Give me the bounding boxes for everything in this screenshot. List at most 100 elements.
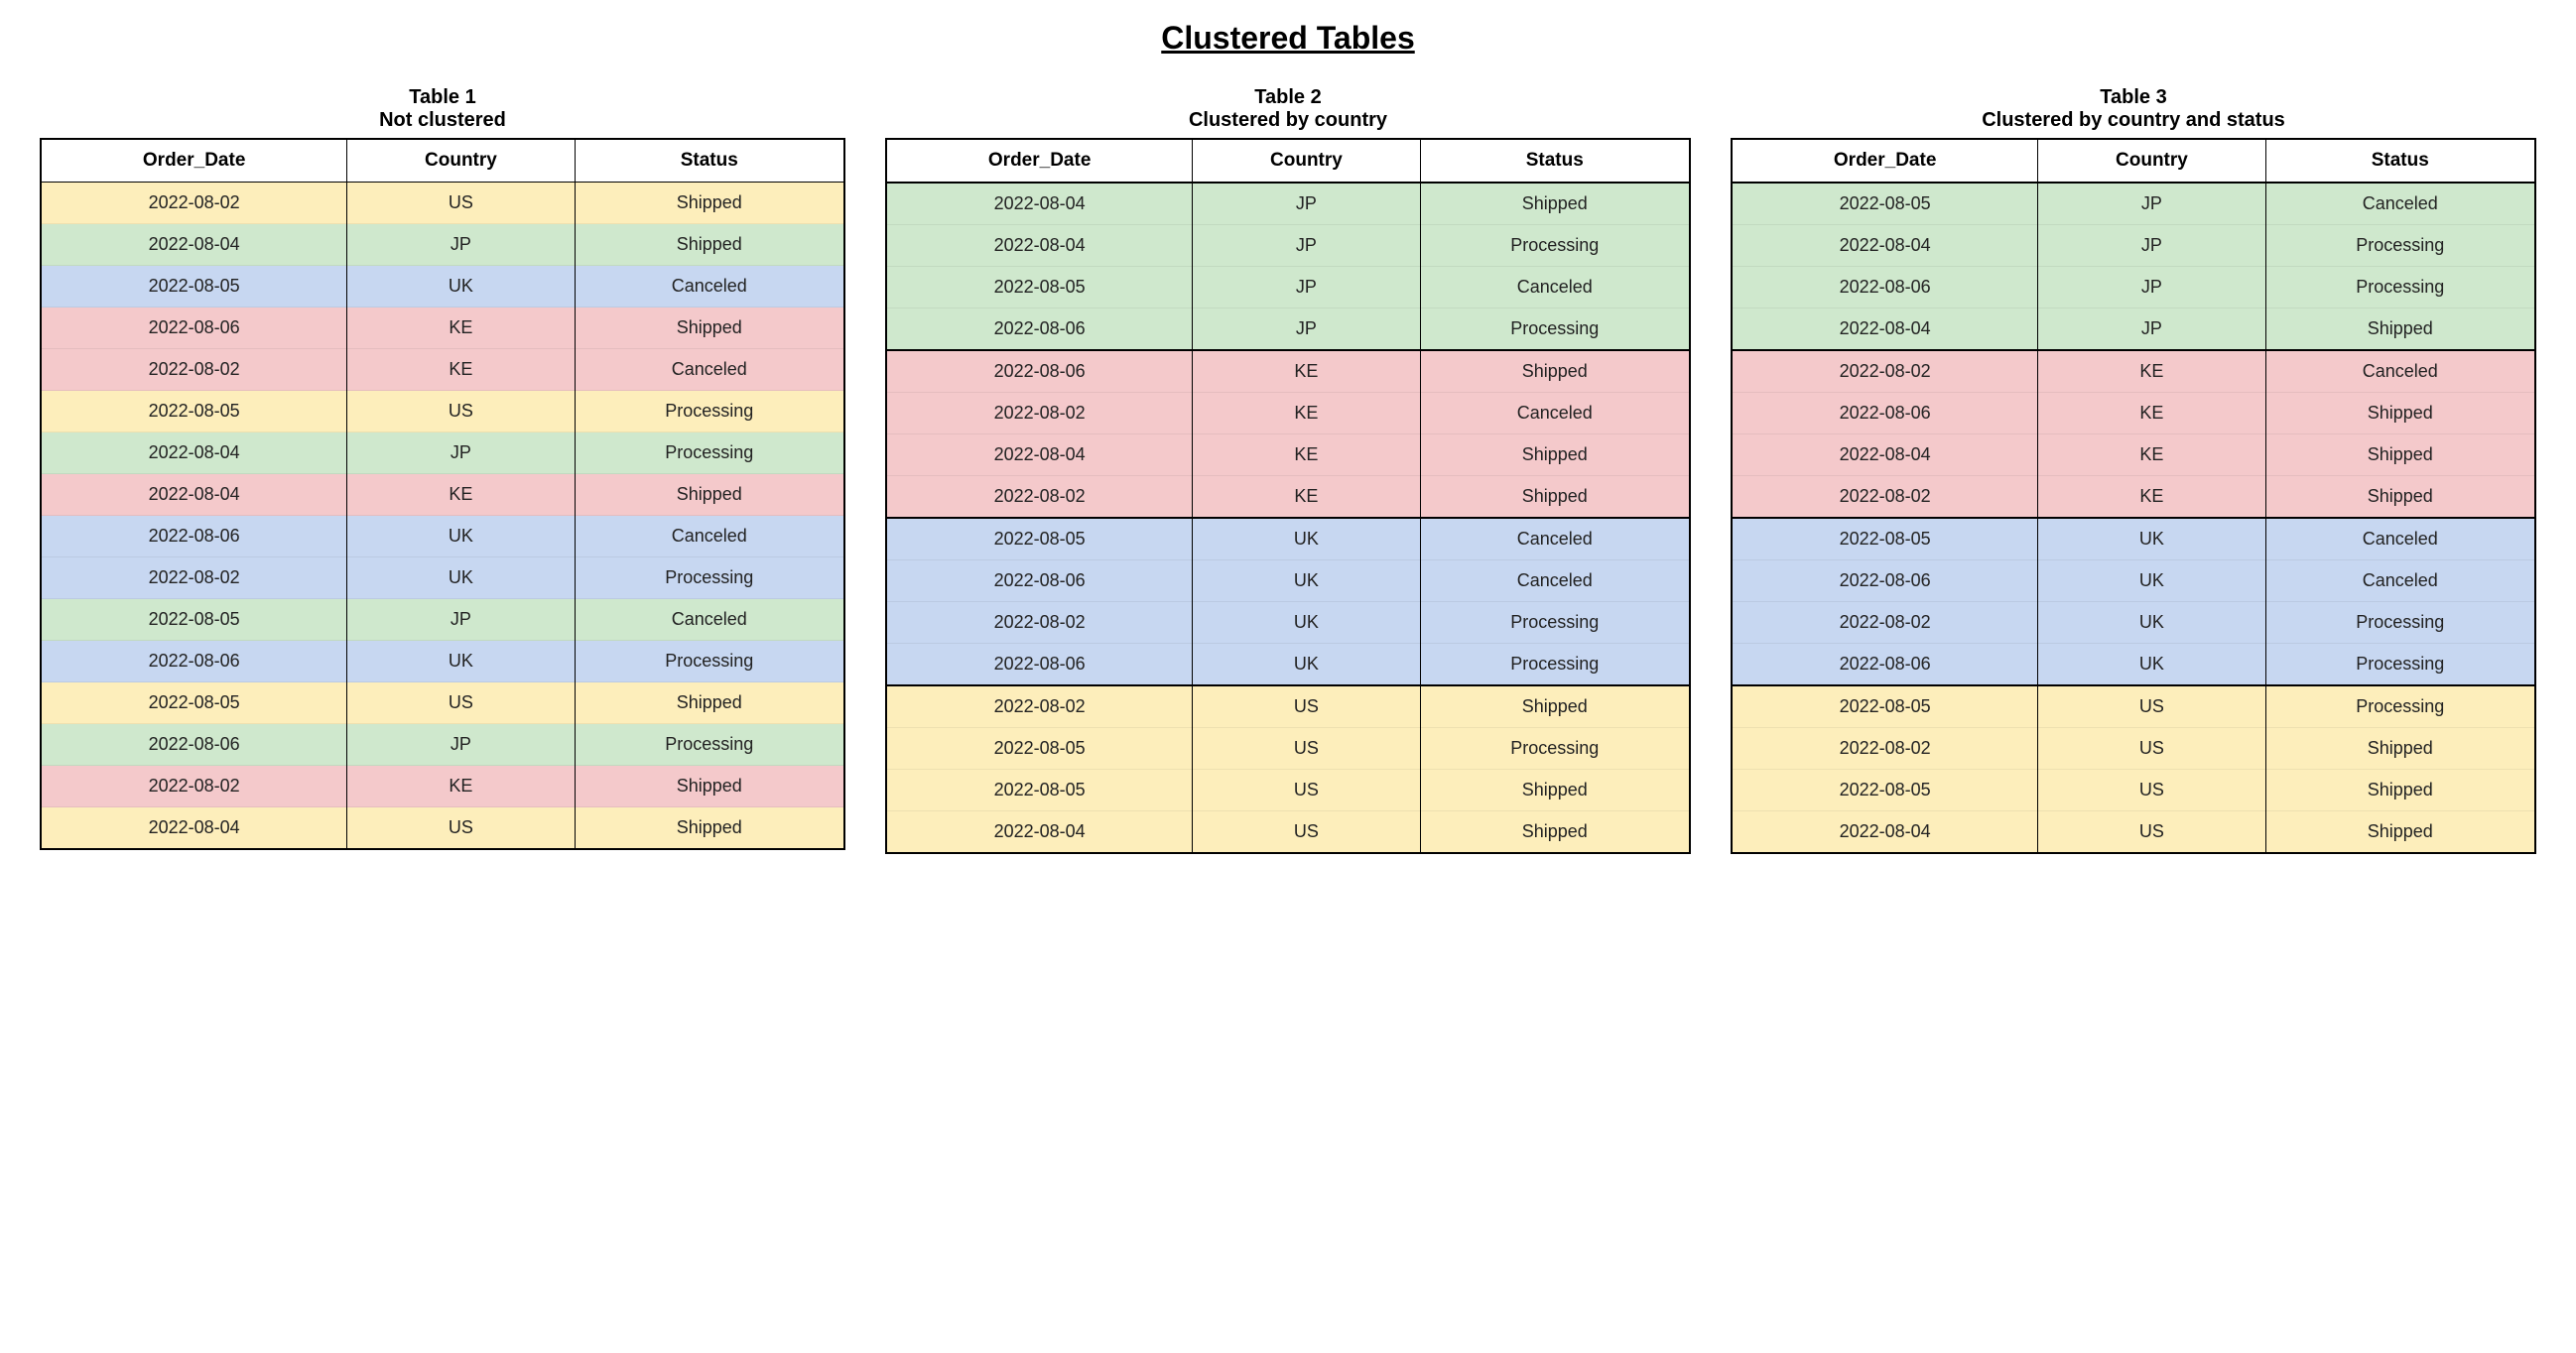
table-row: 2022-08-05UKCanceled [886,518,1690,560]
cell-country: KE [2038,434,2265,476]
cell-country: US [347,807,575,850]
cell-status: Processing [1420,225,1690,267]
cell-order-date: 2022-08-04 [1732,434,2038,476]
cell-status: Processing [2265,225,2535,267]
cell-status: Canceled [2265,183,2535,225]
cell-status: Canceled [2265,560,2535,602]
table-row: 2022-08-04JPProcessing [41,432,844,474]
table-2-name: Table 2 [885,86,1691,109]
col-order-date: Order_Date [1732,139,2038,183]
cell-status: Shipped [575,474,844,516]
cell-status: Shipped [1420,350,1690,393]
table-row: 2022-08-04KEShipped [1732,434,2535,476]
cell-country: JP [347,599,575,641]
cell-country: US [1193,728,1420,770]
table-row: 2022-08-04JPProcessing [886,225,1690,267]
cell-country: KE [1193,476,1420,519]
table-row: 2022-08-02USShipped [1732,728,2535,770]
cell-country: KE [347,349,575,391]
cell-order-date: 2022-08-02 [886,476,1193,519]
table-header-row: Order_Date Country Status [886,139,1690,183]
cell-country: UK [347,557,575,599]
cell-order-date: 2022-08-05 [886,770,1193,811]
cell-status: Processing [2265,685,2535,728]
cell-order-date: 2022-08-05 [41,682,347,724]
cell-country: JP [347,724,575,766]
table-row: 2022-08-04JPProcessing [1732,225,2535,267]
cell-order-date: 2022-08-04 [41,432,347,474]
table-row: 2022-08-06UKCanceled [1732,560,2535,602]
cell-country: KE [1193,393,1420,434]
table-row: 2022-08-04KEShipped [41,474,844,516]
table-1: Order_Date Country Status 2022-08-02USSh… [40,138,845,850]
cell-country: KE [1193,434,1420,476]
page-title: Clustered Tables [40,20,2536,57]
cell-order-date: 2022-08-06 [1732,267,2038,308]
cell-country: US [2038,685,2265,728]
cell-order-date: 2022-08-02 [1732,728,2038,770]
cell-order-date: 2022-08-05 [886,518,1193,560]
table-row: 2022-08-02KECanceled [41,349,844,391]
cell-status: Processing [2265,644,2535,686]
cell-status: Canceled [1420,560,1690,602]
cell-country: US [347,391,575,432]
table-row: 2022-08-05USShipped [886,770,1690,811]
table-3-subtitle: Clustered by country and status [1731,109,2536,132]
col-order-date: Order_Date [41,139,347,183]
table-row: 2022-08-05UKCanceled [1732,518,2535,560]
cell-order-date: 2022-08-04 [886,811,1193,854]
table-row: 2022-08-02UKProcessing [1732,602,2535,644]
cell-status: Processing [575,557,844,599]
cell-order-date: 2022-08-06 [886,350,1193,393]
cell-order-date: 2022-08-02 [886,602,1193,644]
table-row: 2022-08-05USShipped [41,682,844,724]
cell-order-date: 2022-08-02 [886,685,1193,728]
cell-country: UK [2038,560,2265,602]
cell-order-date: 2022-08-02 [1732,350,2038,393]
table-1-body: 2022-08-02USShipped2022-08-04JPShipped20… [41,183,844,850]
cell-order-date: 2022-08-06 [1732,560,2038,602]
cell-country: US [2038,770,2265,811]
table-row: 2022-08-02KEShipped [886,476,1690,519]
table-3-name: Table 3 [1731,86,2536,109]
cell-order-date: 2022-08-02 [41,349,347,391]
cell-status: Shipped [2265,476,2535,519]
cell-order-date: 2022-08-02 [1732,602,2038,644]
cell-country: US [1193,811,1420,854]
cell-status: Processing [575,724,844,766]
col-status: Status [575,139,844,183]
table-row: 2022-08-06UKProcessing [886,644,1690,686]
cell-order-date: 2022-08-05 [886,267,1193,308]
cell-country: KE [2038,393,2265,434]
table-row: 2022-08-02UKProcessing [886,602,1690,644]
cell-country: JP [2038,308,2265,351]
cell-country: UK [1193,518,1420,560]
cell-order-date: 2022-08-02 [1732,476,2038,519]
cell-country: JP [1193,308,1420,351]
cell-country: US [347,183,575,224]
table-row: 2022-08-05JPCanceled [1732,183,2535,225]
table-row: 2022-08-02USShipped [886,685,1690,728]
cell-country: UK [1193,602,1420,644]
table-row: 2022-08-04USShipped [1732,811,2535,854]
cell-country: US [2038,728,2265,770]
cell-status: Processing [575,641,844,682]
table-row: 2022-08-06UKProcessing [41,641,844,682]
col-country: Country [2038,139,2265,183]
table-row: 2022-08-04JPShipped [1732,308,2535,351]
cell-country: UK [347,266,575,308]
cell-status: Shipped [575,807,844,850]
table-row: 2022-08-06UKCanceled [886,560,1690,602]
table-1-name: Table 1 [40,86,845,109]
cell-country: US [1193,770,1420,811]
table-row: 2022-08-02KEShipped [1732,476,2535,519]
table-row: 2022-08-05JPCanceled [886,267,1690,308]
table-row: 2022-08-04KEShipped [886,434,1690,476]
cell-order-date: 2022-08-05 [1732,183,2038,225]
cell-country: KE [1193,350,1420,393]
cell-order-date: 2022-08-06 [41,308,347,349]
cell-country: JP [2038,183,2265,225]
table-row: 2022-08-06JPProcessing [41,724,844,766]
cell-country: US [347,682,575,724]
table-row: 2022-08-02KECanceled [1732,350,2535,393]
